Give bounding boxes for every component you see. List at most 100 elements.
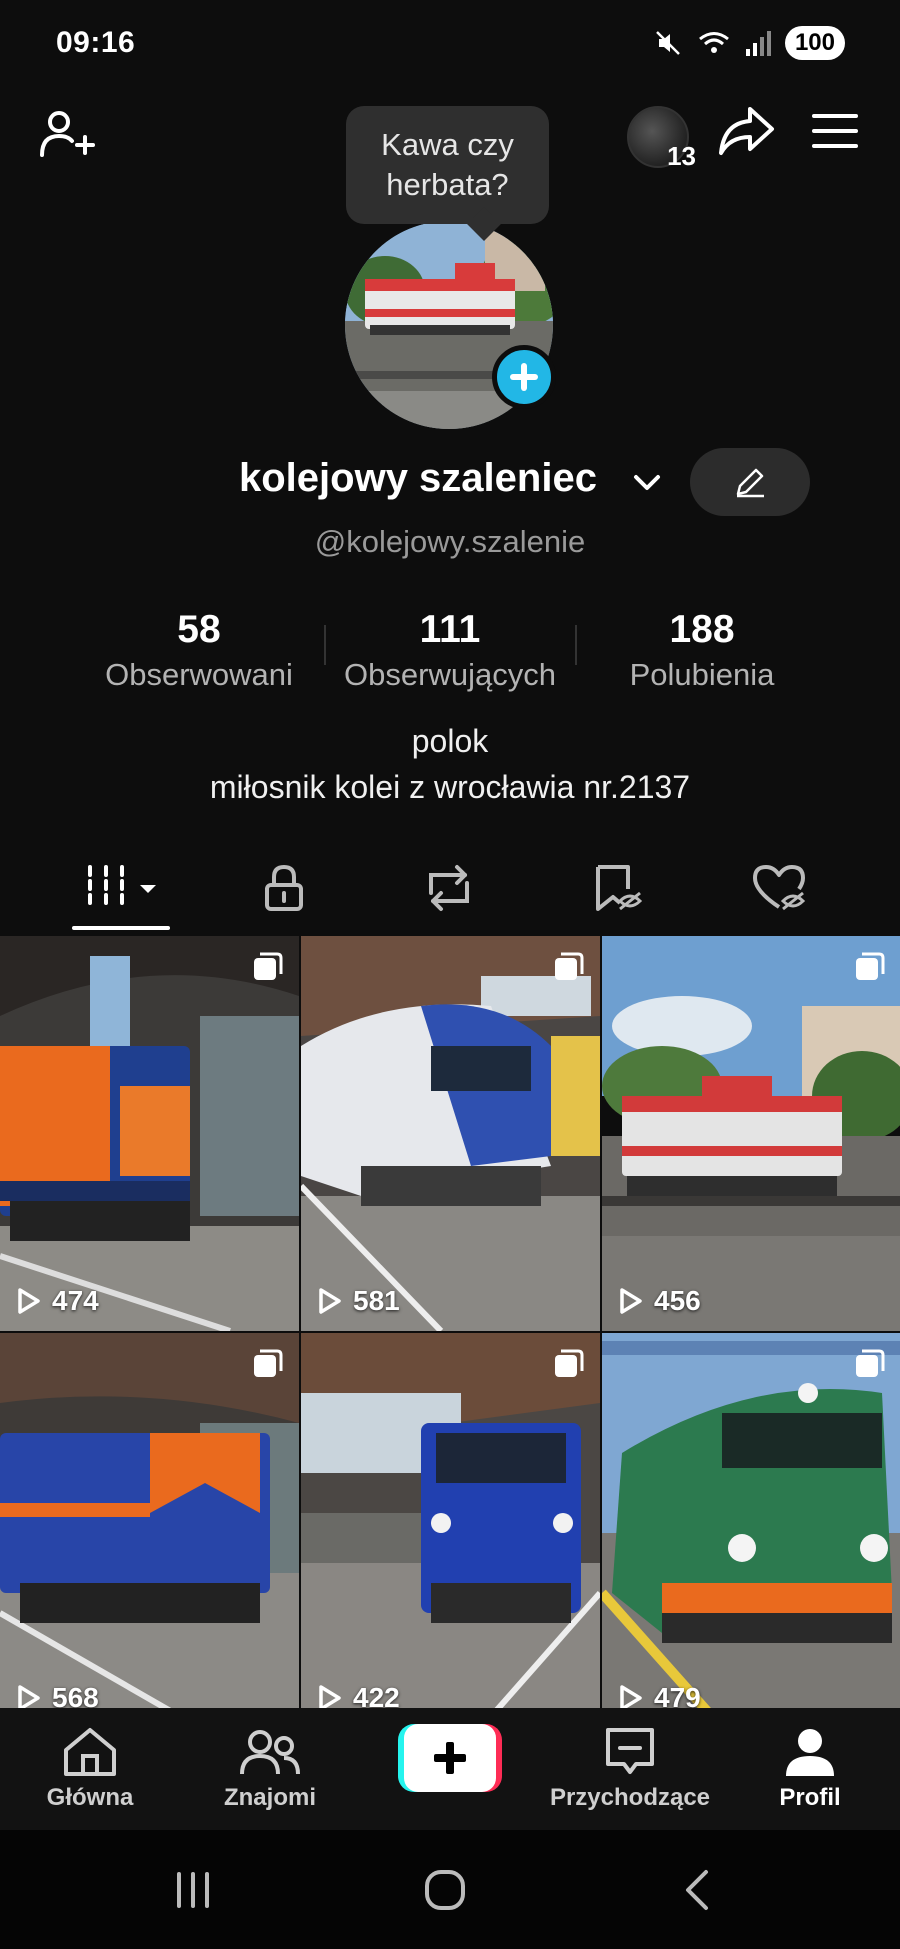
edit-profile-button[interactable] bbox=[690, 448, 810, 516]
multi-photo-icon bbox=[254, 952, 283, 980]
recent-apps-icon bbox=[177, 1872, 209, 1908]
play-icon bbox=[18, 1288, 40, 1314]
username: @kolejowy.szalenie bbox=[314, 524, 586, 559]
note-bubble[interactable]: Kawa czy herbata? bbox=[346, 106, 549, 224]
battery-indicator: 100 bbox=[784, 26, 845, 60]
thumbnail-orange-locomotive bbox=[0, 936, 299, 1331]
nav-profile-label: Profil bbox=[779, 1784, 841, 1811]
wifi-icon bbox=[699, 32, 729, 53]
stat-following-value: 58 bbox=[177, 608, 221, 651]
stat-divider bbox=[324, 625, 326, 665]
multi-photo-icon bbox=[555, 1349, 584, 1377]
share-profile-button[interactable] bbox=[712, 96, 780, 166]
thumbnail-red-white-shunter bbox=[602, 936, 900, 1331]
play-icon bbox=[319, 1288, 341, 1314]
profile-icon bbox=[786, 1729, 834, 1776]
video-view-count: 479 bbox=[654, 1682, 701, 1708]
mute-icon bbox=[656, 31, 680, 55]
multi-photo-icon bbox=[555, 952, 584, 980]
video-thumbnail[interactable]: 568 bbox=[0, 1333, 299, 1708]
multi-photo-icon bbox=[254, 1349, 283, 1377]
pencil-icon bbox=[736, 468, 764, 498]
friends-icon bbox=[240, 1730, 300, 1775]
video-views: 568 bbox=[16, 1682, 99, 1708]
stat-followers-value: 111 bbox=[419, 608, 481, 651]
hidden-heart-icon bbox=[753, 865, 806, 911]
play-icon bbox=[620, 1685, 642, 1708]
signal-icon bbox=[745, 31, 771, 56]
thumbnail-blue-white-locomotive bbox=[301, 936, 600, 1331]
system-navigation-bar bbox=[0, 1830, 900, 1949]
multi-photo-icon bbox=[856, 952, 885, 980]
note-line-1: Kawa czy bbox=[381, 127, 514, 162]
video-view-count: 422 bbox=[353, 1682, 400, 1708]
profile-stats: 58 Obserwowani 111 Obserwujących 188 Pol… bbox=[0, 605, 900, 700]
tab-reposts[interactable] bbox=[379, 848, 519, 928]
video-views: 456 bbox=[618, 1285, 701, 1317]
thumbnail-blue-orange-shunter bbox=[0, 1333, 299, 1708]
nav-friends[interactable]: Znajomi bbox=[180, 1708, 360, 1830]
video-views: 581 bbox=[317, 1285, 400, 1317]
stat-following-label: Obserwowani bbox=[105, 657, 293, 692]
active-tab-indicator bbox=[72, 926, 170, 930]
video-thumbnail[interactable]: 422 bbox=[301, 1333, 600, 1708]
video-thumbnail[interactable]: 479 bbox=[602, 1333, 900, 1708]
hamburger-menu-icon bbox=[812, 114, 858, 148]
stat-followers-label: Obserwujących bbox=[344, 657, 556, 692]
hidden-bookmark-icon bbox=[596, 865, 643, 911]
profile-bio: polok miłosnik kolei z wrocławia nr.2137 bbox=[0, 718, 900, 810]
video-thumbnail[interactable]: 581 bbox=[301, 936, 600, 1331]
video-views: 422 bbox=[317, 1682, 400, 1708]
tab-favorites[interactable] bbox=[547, 848, 687, 928]
home-circle-icon bbox=[425, 1870, 465, 1910]
status-bar: 09:16 100 bbox=[0, 0, 900, 86]
stat-following[interactable]: 58 Obserwowani bbox=[79, 605, 319, 695]
video-thumbnail[interactable]: 474 bbox=[0, 936, 299, 1331]
bio-line-1: polok bbox=[411, 723, 489, 759]
multi-photo-icon bbox=[856, 1349, 885, 1377]
profile-tabs bbox=[0, 848, 900, 932]
tab-liked[interactable] bbox=[709, 848, 849, 928]
recent-apps-button[interactable] bbox=[153, 1860, 233, 1920]
create-video-button[interactable] bbox=[398, 1724, 502, 1792]
tab-private[interactable] bbox=[214, 848, 354, 928]
stat-likes-label: Polubienia bbox=[629, 657, 775, 692]
stat-followers[interactable]: 111 Obserwujących bbox=[330, 605, 570, 695]
thumbnail-green-diesel-locomotive bbox=[602, 1333, 900, 1708]
status-icons: 100 bbox=[653, 26, 845, 60]
chevron-down-icon[interactable] bbox=[629, 464, 665, 500]
plus-icon bbox=[510, 363, 538, 391]
play-icon bbox=[620, 1288, 642, 1314]
add-user-icon bbox=[40, 111, 95, 157]
create-plus-icon bbox=[398, 1724, 502, 1792]
grid-videos-icon bbox=[88, 865, 156, 911]
name-row: kolejowy szaleniec bbox=[0, 448, 900, 518]
video-view-count: 456 bbox=[654, 1285, 701, 1316]
add-friend-button[interactable] bbox=[30, 100, 100, 170]
note-line-2: herbata? bbox=[386, 167, 509, 202]
video-view-count: 568 bbox=[52, 1682, 99, 1708]
bottom-navigation: Główna Znajomi Przychodzące Profil bbox=[0, 1708, 900, 1830]
back-button[interactable] bbox=[658, 1860, 738, 1920]
inbox-icon bbox=[606, 1728, 654, 1774]
stat-divider bbox=[575, 625, 577, 665]
display-name[interactable]: kolejowy szaleniec bbox=[239, 456, 597, 501]
video-views: 479 bbox=[618, 1682, 701, 1708]
profile-visitors-button[interactable]: 13 bbox=[618, 102, 698, 172]
tab-videos[interactable] bbox=[52, 848, 192, 928]
share-arrow-icon bbox=[719, 107, 774, 155]
video-thumbnail[interactable]: 456 bbox=[602, 936, 900, 1331]
nav-inbox-label: Przychodzące bbox=[549, 1784, 711, 1811]
repost-icon bbox=[429, 865, 469, 911]
thumbnail-blue-electric-locomotive bbox=[301, 1333, 600, 1708]
bio-line-2: miłosnik kolei z wrocławia nr.2137 bbox=[209, 769, 691, 805]
stat-likes[interactable]: 188 Polubienia bbox=[582, 605, 822, 695]
stat-likes-value: 188 bbox=[669, 608, 735, 651]
nav-profile[interactable]: Profil bbox=[720, 1708, 900, 1830]
nav-inbox[interactable]: Przychodzące bbox=[540, 1708, 720, 1830]
home-system-button[interactable] bbox=[405, 1860, 485, 1920]
menu-button[interactable] bbox=[800, 96, 870, 166]
add-story-button[interactable] bbox=[492, 345, 556, 409]
nav-home[interactable]: Główna bbox=[0, 1708, 180, 1830]
nav-home-label: Główna bbox=[46, 1784, 134, 1811]
